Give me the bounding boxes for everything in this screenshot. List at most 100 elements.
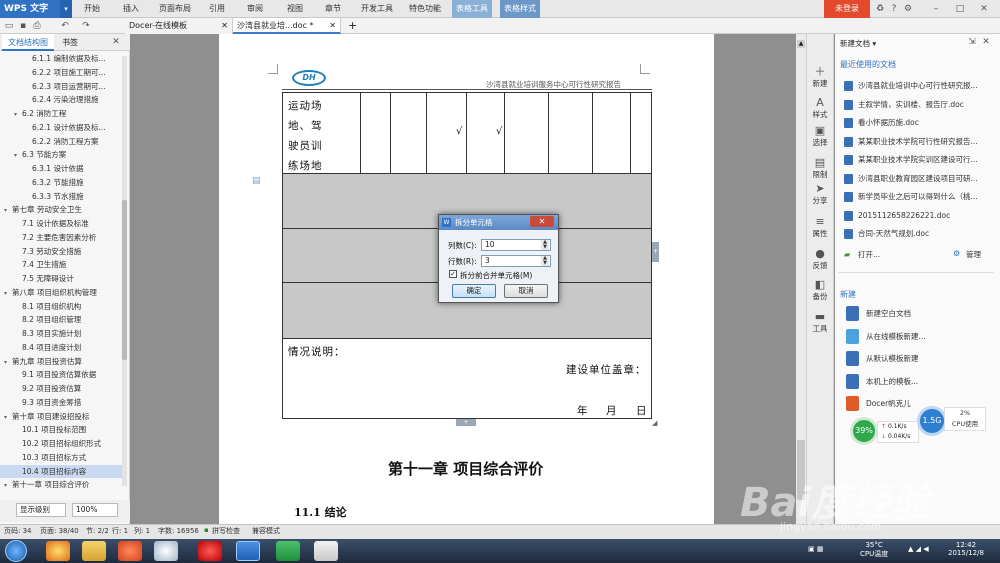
task-pane-button[interactable]: ▤ 限制 — [806, 157, 834, 180]
new-document-menu[interactable]: 新建文档 ▾ — [840, 38, 876, 49]
wps-spreadsheet-icon[interactable] — [276, 541, 300, 561]
collapse-icon[interactable]: ▾ — [4, 356, 12, 369]
tab-close-icon[interactable]: ✕ — [329, 18, 336, 34]
dialog-close-button[interactable]: ✕ — [530, 216, 554, 227]
app-menu-button[interactable]: WPS 文字 ▾ — [0, 0, 72, 18]
outline-item[interactable]: ▾ 第八章 项目组织机构管理 — [0, 286, 122, 299]
new-document-option[interactable]: 从在线模板新建... — [866, 331, 986, 343]
photos-icon[interactable] — [154, 541, 178, 561]
menu-table-tools[interactable]: 表格工具 — [452, 0, 492, 18]
login-button[interactable]: 未登录 — [824, 0, 870, 18]
new-tab-button[interactable]: + — [348, 18, 357, 34]
tab-document-map[interactable]: 文档结构图 — [2, 34, 54, 51]
save-icon[interactable]: ▪ — [17, 20, 29, 32]
outline-item[interactable]: 6.3.2 节能措施 — [0, 176, 122, 189]
menu-developer[interactable]: 开发工具 — [361, 0, 393, 18]
help-icon[interactable]: ? — [888, 3, 900, 15]
scroll-up-icon[interactable]: ▲ — [797, 40, 805, 48]
task-pane-button[interactable]: ● 反馈 — [806, 248, 834, 271]
outline-item[interactable]: 8.3 项目实施计划 — [0, 327, 122, 340]
level-select[interactable]: 显示级别 — [16, 503, 66, 517]
browser-icon[interactable] — [46, 541, 70, 561]
recent-document[interactable]: 沙湾县职业教育园区建设项目可研... — [858, 173, 998, 185]
outline-item[interactable]: 9.3 项目资金筹措 — [0, 396, 122, 409]
task-pane-button[interactable]: ➤ 分享 — [806, 183, 834, 206]
outline-item[interactable]: 8.1 项目组织机构 — [0, 300, 122, 313]
open-file-link[interactable]: 打开... — [858, 249, 918, 261]
menu-features[interactable]: 特色功能 — [409, 0, 441, 18]
task-pane-button[interactable]: A 样式 — [806, 97, 834, 120]
recent-document[interactable]: 某某职业技术学院可行性研究报告... — [858, 136, 998, 148]
speed-ball-widget[interactable]: 1.5G — [917, 406, 947, 436]
outline-item[interactable]: ▾ 6.3 节能方案 — [0, 148, 122, 161]
spin-arrows-icon[interactable]: ▲ ▼ — [541, 256, 549, 266]
tab-docer-templates[interactable]: Docer-在线模板 ✕ — [125, 18, 233, 34]
recent-document[interactable]: 新学员毕业之后可以得到什么（桃... — [858, 191, 998, 203]
opera-icon[interactable] — [198, 541, 222, 561]
print-icon[interactable]: ⎙ — [31, 20, 43, 32]
menu-references[interactable]: 引用 — [209, 0, 225, 18]
task-pane-button[interactable]: ▣ 选择 — [806, 125, 834, 148]
pane-close-icon[interactable]: ✕ — [980, 36, 992, 48]
paragraph-icon[interactable]: ▤ — [252, 176, 261, 186]
tab-close-icon[interactable]: ✕ — [221, 18, 228, 34]
app-dropdown-icon[interactable]: ▾ — [60, 0, 72, 18]
wps-writer-icon[interactable] — [236, 541, 260, 561]
new-document-option[interactable]: 本机上的模板... — [866, 376, 986, 388]
outline-item[interactable]: 8.4 项目进度计划 — [0, 341, 122, 354]
task-pane-button[interactable]: ＋新建 — [806, 66, 834, 89]
outline-item[interactable]: 10.3 项目招标方式 — [0, 451, 122, 464]
merge-before-split-checkbox[interactable]: ✓ — [449, 270, 457, 278]
minimize-icon[interactable]: – — [930, 3, 942, 15]
collapse-icon[interactable]: ▾ — [4, 479, 12, 492]
recent-document[interactable]: 合同-天然气规划.doc — [858, 228, 998, 240]
undo-icon[interactable]: ↶ — [59, 20, 71, 32]
outline-item[interactable]: 8.2 项目组织管理 — [0, 313, 122, 326]
pane-close-icon[interactable]: ✕ — [110, 36, 122, 48]
menu-chapter[interactable]: 章节 — [325, 0, 341, 18]
outline-item[interactable]: 7.4 卫生措施 — [0, 258, 122, 271]
tab-bookmarks[interactable]: 书签 — [56, 34, 84, 51]
skin-icon[interactable]: ♻ — [874, 3, 886, 15]
cancel-button[interactable]: 取消 — [504, 284, 548, 298]
outline-item[interactable]: 6.2.2 项目施工期可... — [0, 66, 122, 79]
start-button[interactable] — [5, 540, 27, 562]
collapse-icon[interactable]: ▾ — [4, 204, 12, 217]
recent-document[interactable]: 看小怀据历施.doc — [858, 117, 998, 129]
recent-document[interactable]: 2015112658226221.doc — [858, 210, 998, 222]
outline-item[interactable]: 7.2 主要危害因素分析 — [0, 231, 122, 244]
outline-item[interactable]: ▾ 第九章 项目投资估算 — [0, 355, 122, 368]
task-pane-button[interactable]: ▬ 工具 — [806, 311, 834, 334]
menu-home[interactable]: 开始 — [84, 0, 100, 18]
outline-scroll-thumb[interactable] — [122, 200, 127, 360]
outline-item[interactable]: ▾ 第七章 劳动安全卫生 — [0, 203, 122, 216]
close-icon[interactable]: ✕ — [978, 3, 990, 15]
manage-link[interactable]: 管理 — [966, 249, 996, 261]
redo-icon[interactable]: ↷ — [80, 20, 92, 32]
recent-document[interactable]: 某某职业技术学院实训区建设可行... — [858, 154, 998, 166]
menu-view[interactable]: 视图 — [287, 0, 303, 18]
status-page[interactable]: 页码: 34 — [4, 526, 32, 536]
settings-icon[interactable]: ⚙ — [902, 3, 914, 15]
menu-review[interactable]: 审阅 — [247, 0, 263, 18]
open-icon[interactable]: ▭ — [3, 20, 15, 32]
outline-item[interactable]: 6.2.1 设计依据及标... — [0, 121, 122, 134]
pin-icon[interactable]: ⇲ — [966, 36, 978, 48]
maximize-icon[interactable]: □ — [954, 3, 966, 15]
media-player-icon[interactable] — [118, 541, 142, 561]
table-resize-handle[interactable]: ◢ — [652, 419, 657, 427]
outline-item[interactable]: ▾ 6.2 消防工程 — [0, 107, 122, 120]
cpu-temp[interactable]: 35°C CPU温度 — [860, 541, 888, 559]
status-pages[interactable]: 页面: 38/40 — [40, 526, 79, 536]
outline-item[interactable]: 7.3 劳动安全措施 — [0, 245, 122, 258]
collapse-icon[interactable]: ▾ — [14, 108, 22, 121]
outline-item[interactable]: 10.2 项目招标组织形式 — [0, 437, 122, 450]
table-cell-text[interactable]: 运动场 地、驾 驶员训 练场地 — [288, 96, 323, 176]
menu-insert[interactable]: 插入 — [123, 0, 139, 18]
tab-current-document[interactable]: 沙湾县就业培...doc * ✕ — [233, 18, 341, 34]
task-pane-button[interactable]: ≡ 属性 — [806, 216, 834, 239]
add-row-handle[interactable]: + — [456, 419, 476, 426]
outline-item[interactable]: 9.1 项目投资估算依据 — [0, 368, 122, 381]
new-document-option[interactable]: 新建空白文档 — [866, 308, 986, 320]
add-column-handle[interactable]: + — [652, 242, 659, 262]
